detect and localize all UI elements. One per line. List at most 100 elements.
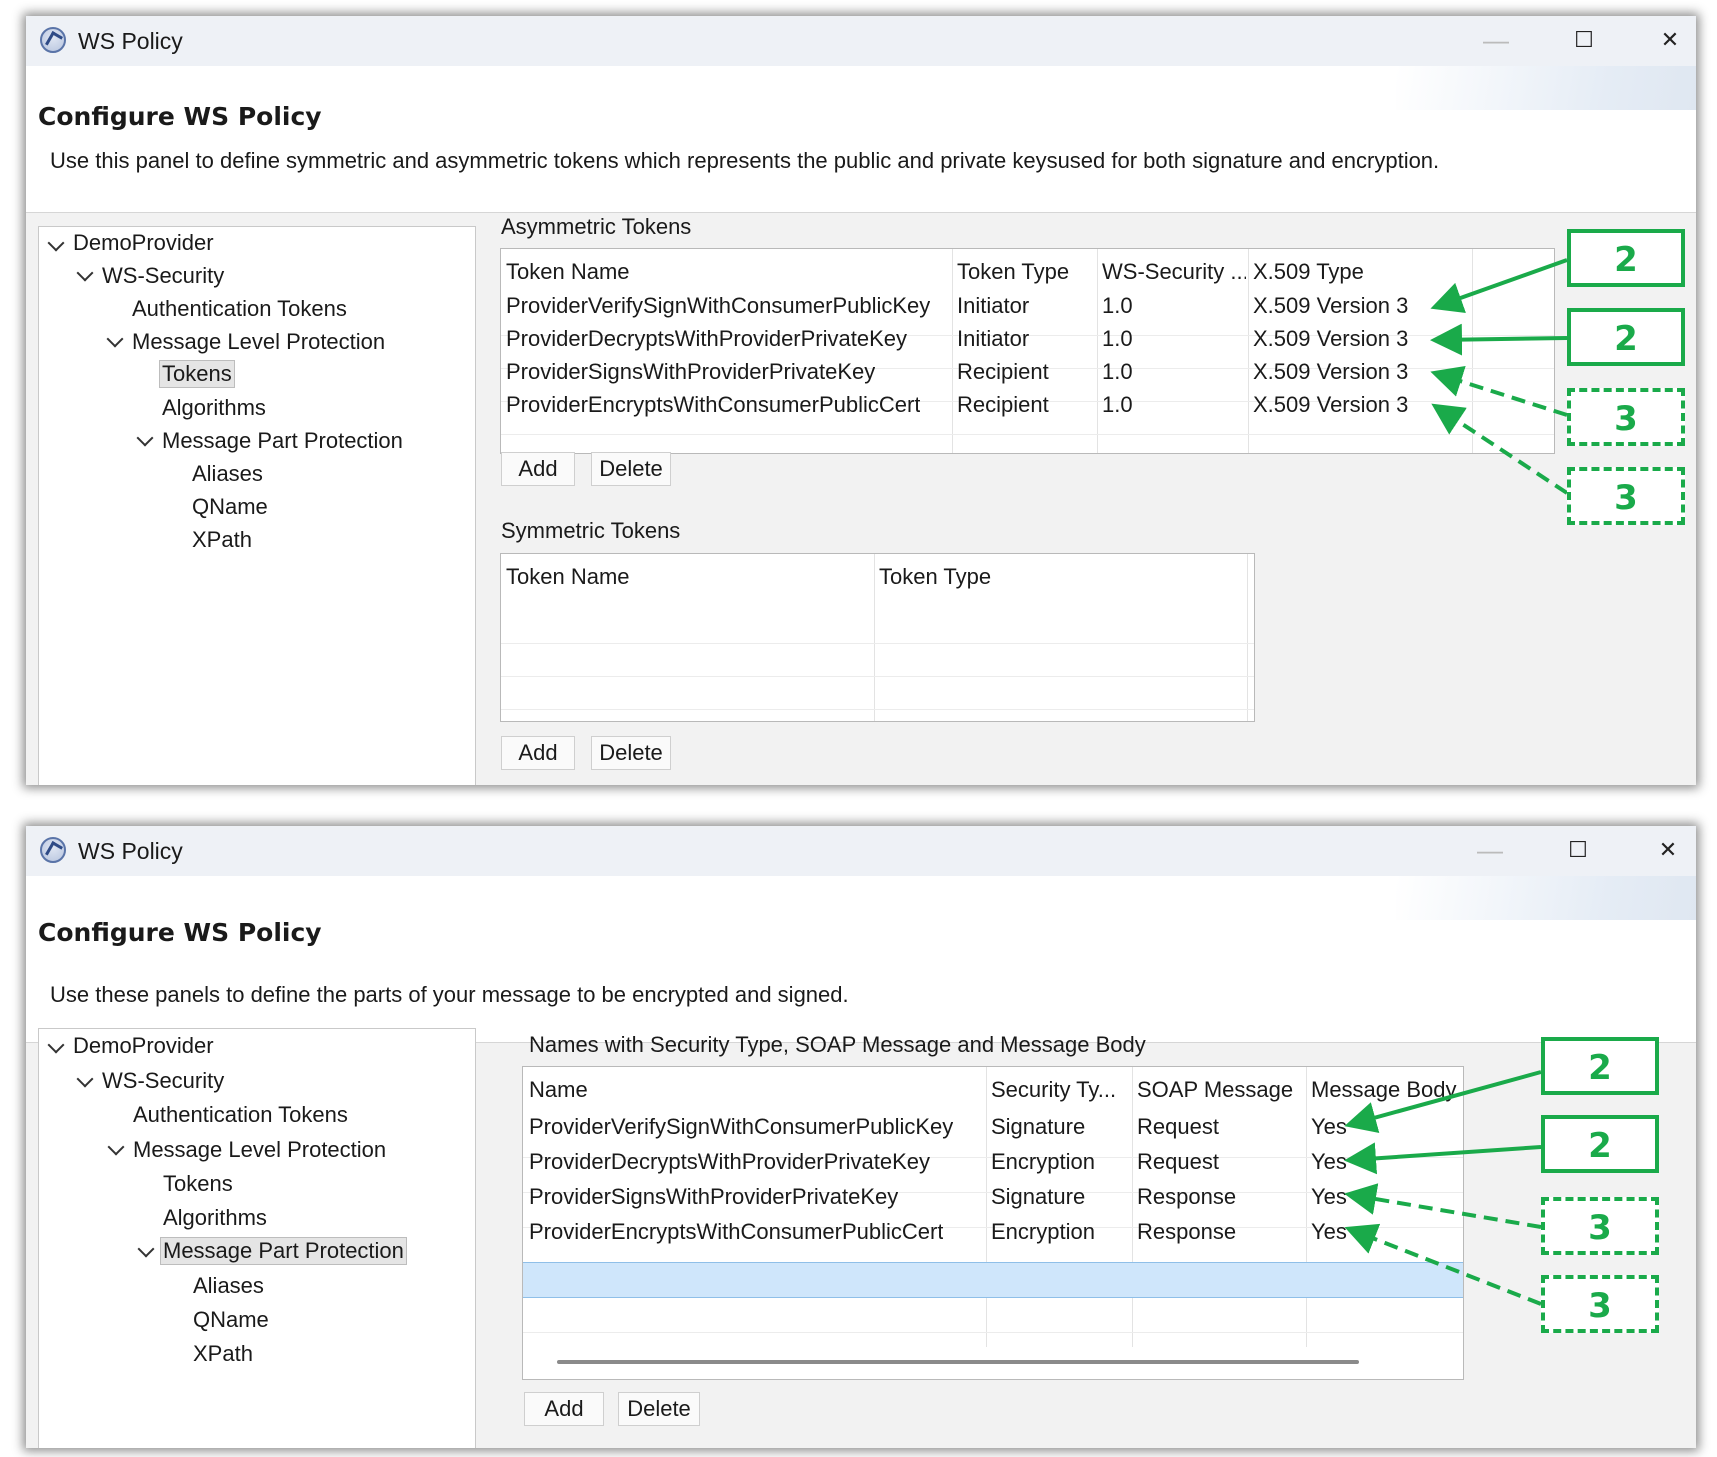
annotation-badge: 2 (1567, 308, 1685, 366)
add-message-part-button[interactable]: Add (524, 1392, 604, 1426)
delete-message-part-button[interactable]: Delete (618, 1392, 700, 1426)
minimize-button[interactable]: — (1470, 834, 1510, 866)
token-name-cell: ProviderDecryptsWithProviderPrivateKey (506, 326, 908, 351)
ws-security-cell: 1.0 (1102, 359, 1133, 384)
annotation-badge: 3 (1541, 1275, 1659, 1333)
name-cell: ProviderDecryptsWithProviderPrivateKey (529, 1149, 931, 1174)
message-parts-label: Names with Security Type, SOAP Message a… (529, 1032, 1146, 1057)
delete-symmetric-token-button[interactable]: Delete (591, 736, 671, 770)
app-icon (40, 837, 66, 863)
tree-item-tokens[interactable]: Tokens (159, 360, 235, 388)
chevron-down-icon[interactable] (76, 1070, 94, 1088)
selected-row-highlight (523, 1262, 1463, 1298)
tree-item-ws-security[interactable]: WS-Security (100, 1068, 226, 1094)
column-header[interactable]: Message Body (1311, 1077, 1461, 1103)
column-header[interactable]: Token Name (506, 259, 630, 285)
maximize-button[interactable]: ☐ (1558, 834, 1598, 866)
name-cell: ProviderEncryptsWithConsumerPublicCert (529, 1219, 944, 1244)
tree-item-demoprovider[interactable]: DemoProvider (71, 1033, 216, 1059)
security-type-cell: Encryption (991, 1149, 1095, 1174)
column-header[interactable]: Token Type (879, 564, 991, 590)
tree-item-demoprovider[interactable]: DemoProvider (71, 230, 216, 256)
chevron-down-icon[interactable] (136, 429, 154, 447)
security-type-cell: Encryption (991, 1219, 1095, 1244)
page-header: Configure WS Policy Use this panel to de… (26, 66, 1696, 213)
x509-type-cell: X.509 Version 3 (1253, 293, 1409, 318)
title-bar: WS Policy — ☐ ✕ (26, 16, 1696, 66)
soap-message-cell: Request (1137, 1149, 1219, 1174)
annotation-badge: 3 (1567, 388, 1685, 446)
maximize-button[interactable]: ☐ (1564, 24, 1604, 56)
soap-message-cell: Request (1137, 1114, 1219, 1139)
asymmetric-tokens-label: Asymmetric Tokens (501, 214, 692, 239)
tree-item-ws-security[interactable]: WS-Security (100, 263, 226, 289)
chevron-down-icon[interactable] (76, 264, 94, 282)
ws-security-cell: 1.0 (1102, 326, 1133, 351)
token-name-cell: ProviderVerifySignWithConsumerPublicKey (506, 293, 931, 318)
title-bar: WS Policy — ☐ ✕ (26, 826, 1696, 876)
column-header[interactable]: Security Ty... (991, 1077, 1127, 1103)
horizontal-scrollbar[interactable] (557, 1360, 1359, 1364)
x509-type-cell: X.509 Version 3 (1253, 392, 1409, 417)
message-body-cell: Yes (1311, 1184, 1347, 1209)
tree-item-algorithms[interactable]: Algorithms (160, 395, 268, 421)
tree-item-qname[interactable]: QName (191, 1307, 271, 1333)
security-type-cell: Signature (991, 1114, 1086, 1139)
column-header[interactable]: WS-Security ... (1102, 259, 1246, 285)
add-symmetric-token-button[interactable]: Add (501, 736, 575, 770)
tree-item-message-part-protection[interactable]: Message Part Protection (160, 1237, 407, 1265)
token-type-cell: Recipient (957, 392, 1049, 417)
chevron-down-icon[interactable] (47, 234, 65, 252)
tree-item-authentication-tokens[interactable]: Authentication Tokens (130, 296, 349, 322)
name-cell: ProviderVerifySignWithConsumerPublicKey (529, 1114, 954, 1139)
x509-type-cell: X.509 Version 3 (1253, 359, 1409, 384)
ws-security-cell: 1.0 (1102, 293, 1133, 318)
window-title: WS Policy (78, 838, 183, 864)
security-type-cell: Signature (991, 1184, 1086, 1209)
token-name-cell: ProviderEncryptsWithConsumerPublicCert (506, 392, 921, 417)
tree-item-xpath[interactable]: XPath (190, 527, 254, 553)
message-body-cell: Yes (1311, 1149, 1347, 1174)
close-button[interactable]: ✕ (1650, 24, 1690, 56)
chevron-down-icon[interactable] (47, 1036, 65, 1054)
chevron-down-icon[interactable] (106, 330, 124, 348)
tree-item-aliases[interactable]: Aliases (191, 1273, 266, 1299)
soap-message-cell: Response (1137, 1219, 1237, 1244)
page-title: Configure WS Policy (38, 918, 322, 947)
page-description: Use this panel to define symmetric and a… (50, 148, 1440, 173)
tree-item-xpath[interactable]: XPath (191, 1341, 255, 1367)
app-icon (40, 27, 66, 53)
delete-asymmetric-token-button[interactable]: Delete (591, 452, 671, 486)
close-button[interactable]: ✕ (1648, 834, 1688, 866)
tree-item-message-level-protection[interactable]: Message Level Protection (131, 1137, 388, 1163)
tree-item-authentication-tokens[interactable]: Authentication Tokens (131, 1102, 350, 1128)
token-type-cell: Recipient (957, 359, 1049, 384)
chevron-down-icon[interactable] (107, 1138, 125, 1156)
tree-item-message-level-protection[interactable]: Message Level Protection (130, 329, 387, 355)
message-body-cell: Yes (1311, 1114, 1347, 1139)
symmetric-tokens-label: Symmetric Tokens (501, 518, 681, 543)
name-cell: ProviderSignsWithProviderPrivateKey (529, 1184, 899, 1209)
column-header[interactable]: Token Type (957, 259, 1069, 285)
column-header[interactable]: SOAP Message (1137, 1077, 1293, 1103)
tree-item-message-part-protection[interactable]: Message Part Protection (160, 428, 405, 454)
minimize-button[interactable]: — (1476, 24, 1516, 56)
asymmetric-tokens-table: Token Name Token Type WS-Security ... X.… (500, 248, 1555, 454)
chevron-down-icon[interactable] (137, 1240, 155, 1258)
column-header[interactable]: Token Name (506, 564, 630, 590)
column-header[interactable]: X.509 Type (1253, 259, 1364, 285)
tree-item-tokens[interactable]: Tokens (161, 1171, 235, 1197)
navigation-tree: DemoProvider WS-Security Authentication … (38, 226, 476, 785)
add-asymmetric-token-button[interactable]: Add (501, 452, 575, 486)
column-header[interactable]: Name (529, 1077, 588, 1103)
symmetric-tokens-table: Token Name Token Type (500, 553, 1255, 722)
message-parts-table: Name Security Ty... SOAP Message Message… (522, 1066, 1464, 1380)
soap-message-cell: Response (1137, 1184, 1237, 1209)
page-header: Configure WS Policy Use these panels to … (26, 876, 1696, 1043)
tree-item-aliases[interactable]: Aliases (190, 461, 265, 487)
annotation-badge: 3 (1567, 467, 1685, 525)
tree-item-algorithms[interactable]: Algorithms (161, 1205, 269, 1231)
tree-item-qname[interactable]: QName (190, 494, 270, 520)
annotation-badge: 2 (1567, 229, 1685, 287)
token-type-cell: Initiator (957, 326, 1030, 351)
